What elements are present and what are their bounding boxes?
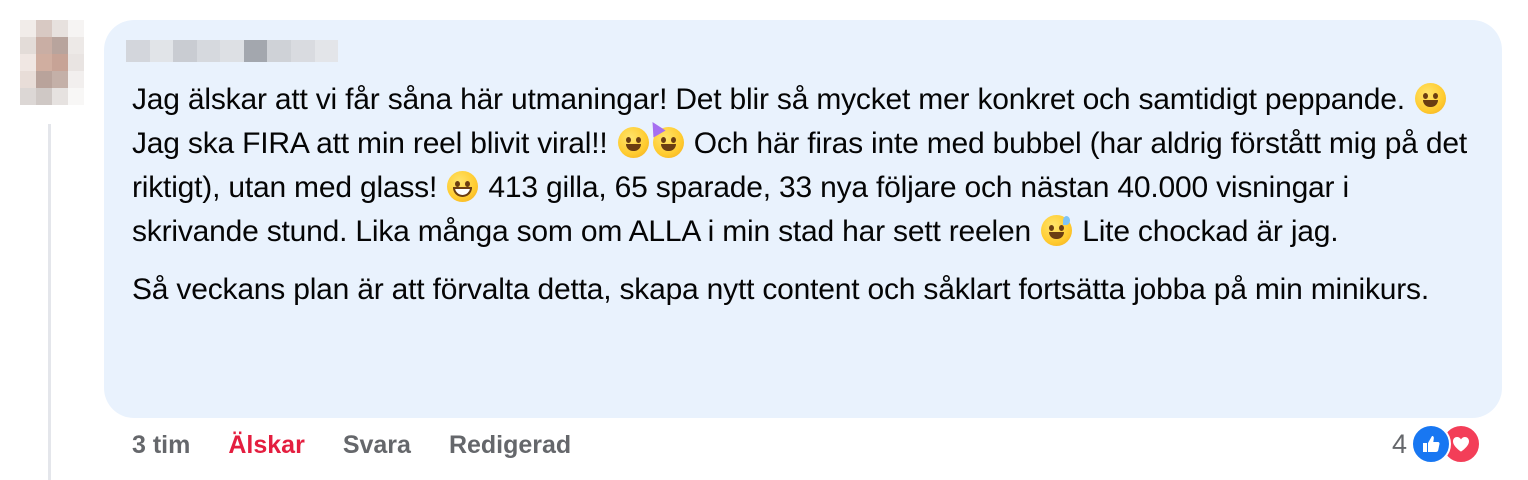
smiling-face-icon	[1415, 83, 1447, 114]
comment-paragraph-1: Jag älskar att vi får såna här utmaninga…	[132, 78, 1482, 254]
comment-text: Jag älskar att vi får såna här utmaninga…	[132, 78, 1482, 312]
grinning-sweat-icon	[1041, 215, 1073, 246]
reaction-count: 4	[1392, 428, 1408, 459]
partying-face-icon	[646, 118, 684, 158]
reaction-summary[interactable]: 4	[1392, 424, 1482, 464]
comment-bubble: Jag älskar att vi får såna här utmaninga…	[104, 20, 1502, 418]
beaming-face-icon	[447, 171, 479, 202]
comment-segment: Lite chockad är jag.	[1074, 215, 1339, 248]
comment-actions: 3 tim Älskar Svara Redigerad	[132, 428, 571, 462]
thumbs-up-icon	[1411, 424, 1452, 464]
grinning-face-icon	[617, 127, 649, 158]
reply-button[interactable]: Svara	[343, 431, 411, 460]
comment-segment: Jag ska FIRA att min reel blivit viral!!	[132, 127, 608, 160]
thread-line	[48, 124, 51, 480]
timestamp-link[interactable]: 3 tim	[132, 431, 190, 460]
author-name-blurred[interactable]	[126, 40, 339, 62]
author-avatar-blurred[interactable]	[20, 20, 84, 105]
edited-label[interactable]: Redigerad	[449, 431, 571, 460]
love-reaction-button[interactable]: Älskar	[228, 431, 304, 460]
comment-segment: Jag älskar att vi får såna här utmaninga…	[132, 83, 1405, 116]
comment-paragraph-2: Så veckans plan är att förvalta detta, s…	[132, 273, 1429, 306]
